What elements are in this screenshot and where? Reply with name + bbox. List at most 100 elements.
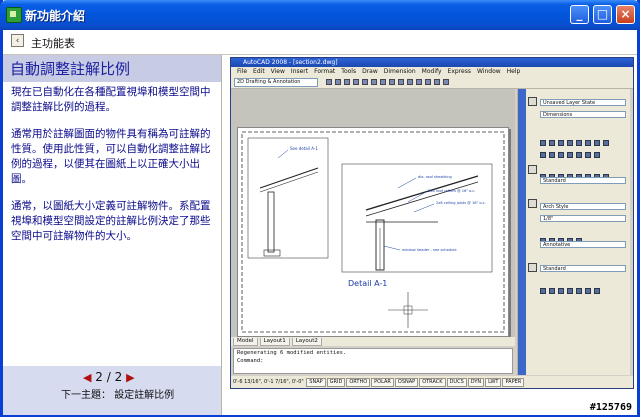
tool-icon bbox=[371, 79, 377, 85]
dashboard-palette: Unsaved Layer State Dimensions Standard … bbox=[517, 89, 630, 375]
status-button: OTRACK bbox=[419, 378, 446, 387]
tool-icon bbox=[353, 79, 359, 85]
next-arrow-icon[interactable]: ▶ bbox=[126, 371, 134, 384]
layer-state-combo: Unsaved Layer State bbox=[540, 99, 626, 106]
tool-icon bbox=[434, 79, 440, 85]
acad-menu-item: Tools bbox=[341, 68, 357, 75]
workspace-combo: 2D Drafting & Annotation bbox=[234, 78, 318, 87]
acad-menu-item: Express bbox=[447, 68, 471, 75]
callout-text: 2x6 roof rafters @ 16" o.c. bbox=[428, 189, 476, 193]
maximize-button[interactable]: □ bbox=[593, 5, 612, 24]
window-title: 新功能介紹 bbox=[25, 9, 86, 23]
drawing-canvas: See detail A-1 dia. roof sheathing 2x6 r… bbox=[231, 89, 515, 337]
paragraph: 現在已自動化在各種配置視埠和模型空間中調整註解比例的過程。 bbox=[11, 86, 211, 113]
tab-layout1: Layout1 bbox=[259, 338, 290, 346]
acad-menu-item: Edit bbox=[253, 68, 265, 75]
tab-model: Model bbox=[233, 338, 258, 346]
next-topic[interactable]: 下一主題： 設定註解比例 bbox=[61, 386, 174, 401]
acad-titlebar: AutoCAD 2008 - [section2.dwg] bbox=[231, 58, 633, 67]
status-button: POLAR bbox=[371, 378, 394, 387]
topic-body: 現在已自動化在各種配置視埠和模型空間中調整註解比例的過程。 通常用於註解圖面的物… bbox=[11, 85, 217, 256]
page-separator: / bbox=[106, 370, 111, 384]
command-line: Regenerating 6 modified entities. bbox=[237, 350, 347, 356]
callout-text: window header - see schedule bbox=[402, 248, 457, 252]
tool-icon bbox=[335, 79, 341, 85]
tool-icon bbox=[326, 79, 332, 85]
tool-icon bbox=[407, 79, 413, 85]
palette-strip bbox=[518, 89, 526, 375]
topic-pane: 自動調整註解比例 現在已自動化在各種配置視埠和模型空間中調整註解比例的過程。 通… bbox=[3, 55, 221, 415]
acad-menu-item: Window bbox=[476, 68, 501, 75]
title-bar[interactable]: 新功能介紹 _ □ × bbox=[0, 0, 640, 30]
coord-readout: 0'-6 13/16", 0'-1 7/16", 0'-0" bbox=[233, 379, 304, 385]
autocad-screenshot: AutoCAD 2008 - [section2.dwg] File Edit Vi… bbox=[230, 57, 634, 389]
page-current: 2 bbox=[95, 370, 103, 384]
arch-style-combo: Arch Style bbox=[540, 203, 626, 210]
status-button: LWT bbox=[485, 378, 502, 387]
media-pane: AutoCAD 2008 - [section2.dwg] File Edit Vi… bbox=[222, 55, 637, 415]
acad-menu-item: Modify bbox=[421, 68, 442, 75]
modify-tools-row bbox=[540, 165, 626, 180]
chevron-left-icon: ‹ bbox=[15, 36, 20, 46]
page-total: 2 bbox=[114, 370, 123, 384]
minimize-button[interactable]: _ bbox=[570, 5, 589, 24]
status-button: OSNAP bbox=[394, 378, 419, 387]
close-button[interactable]: × bbox=[616, 5, 635, 24]
tool-icon bbox=[362, 79, 368, 85]
status-button: DYN bbox=[467, 378, 485, 387]
minimize-icon: _ bbox=[576, 7, 583, 21]
tool-icon bbox=[389, 79, 395, 85]
tool-icon bbox=[416, 79, 422, 85]
nav-bar: ‹ 主功能表 bbox=[3, 30, 637, 55]
standard2-combo: Standard bbox=[540, 265, 626, 272]
status-button: ORTHO bbox=[346, 378, 371, 387]
table-icon bbox=[528, 263, 537, 272]
command-window: Regenerating 6 modified entities. Comman… bbox=[233, 348, 513, 374]
acad-menu-item: Help bbox=[506, 68, 521, 75]
tool-icon bbox=[398, 79, 404, 85]
acad-menu-item: Format bbox=[314, 68, 336, 75]
dimension-combo: Dimensions bbox=[540, 111, 626, 118]
watermark: #125769 bbox=[589, 402, 632, 413]
drawing-svg: See detail A-1 dia. roof sheathing 2x6 r… bbox=[241, 131, 505, 333]
layer-icon bbox=[528, 97, 537, 106]
back-button[interactable]: ‹ bbox=[11, 34, 24, 47]
layout-tabs: Model Layout1 Layout2 bbox=[231, 337, 515, 346]
app-icon bbox=[6, 7, 22, 23]
acad-menu-item: Dimension bbox=[383, 68, 416, 75]
layout-sheet: See detail A-1 dia. roof sheathing 2x6 r… bbox=[237, 127, 509, 337]
annotative-combo: Annotative bbox=[540, 241, 626, 248]
paragraph: 通常，以圖紙大小定義可註解物件。系配置視埠和模型空間設定的註解比例決定了那些空間… bbox=[11, 200, 211, 242]
tool-icon bbox=[425, 79, 431, 85]
pager: ◀ 2 / 2 ▶ bbox=[83, 370, 135, 384]
status-button: SNAP bbox=[306, 378, 326, 387]
topic-title: 自動調整註解比例 bbox=[10, 60, 131, 78]
next-topic-title[interactable]: 設定註解比例 bbox=[114, 390, 174, 401]
tool-icon bbox=[443, 79, 449, 85]
standard-combo: Standard bbox=[540, 177, 626, 184]
acad-menu-item: File bbox=[237, 68, 248, 75]
tool-icon bbox=[380, 79, 386, 85]
tool-icon bbox=[344, 79, 350, 85]
status-button: PAPER bbox=[502, 378, 525, 387]
topic-header: 自動調整註解比例 bbox=[3, 55, 221, 82]
draw-tools-row bbox=[540, 143, 626, 158]
back-link[interactable]: 主功能表 bbox=[31, 35, 75, 51]
pager-footer: ◀ 2 / 2 ▶ 下一主題： 設定註解比例 bbox=[3, 366, 221, 415]
misc-tools-row bbox=[540, 279, 626, 294]
close-icon: × bbox=[620, 7, 631, 21]
paragraph: 通常用於註解圖面的物件具有稱為可註解的性質。使用此性質，可以自動化調整註解比例的… bbox=[11, 128, 211, 185]
callout-text: See detail A-1 bbox=[290, 146, 318, 151]
prev-arrow-icon[interactable]: ◀ bbox=[83, 371, 91, 384]
annot-tools-row bbox=[540, 229, 626, 244]
acad-title: AutoCAD 2008 - [section2.dwg] bbox=[243, 59, 338, 66]
acad-menu-item: Draw bbox=[362, 68, 378, 75]
modify-icon bbox=[528, 165, 537, 174]
text-icon bbox=[528, 199, 537, 208]
status-button: GRID bbox=[326, 378, 346, 387]
status-button: DUCS bbox=[446, 378, 467, 387]
next-topic-label: 下一主題： bbox=[61, 390, 111, 401]
draw-tools-row bbox=[540, 131, 626, 146]
command-line: Command: bbox=[237, 358, 264, 364]
callout-text: 2x6 ceiling joists @ 16" o.c. bbox=[436, 201, 486, 205]
